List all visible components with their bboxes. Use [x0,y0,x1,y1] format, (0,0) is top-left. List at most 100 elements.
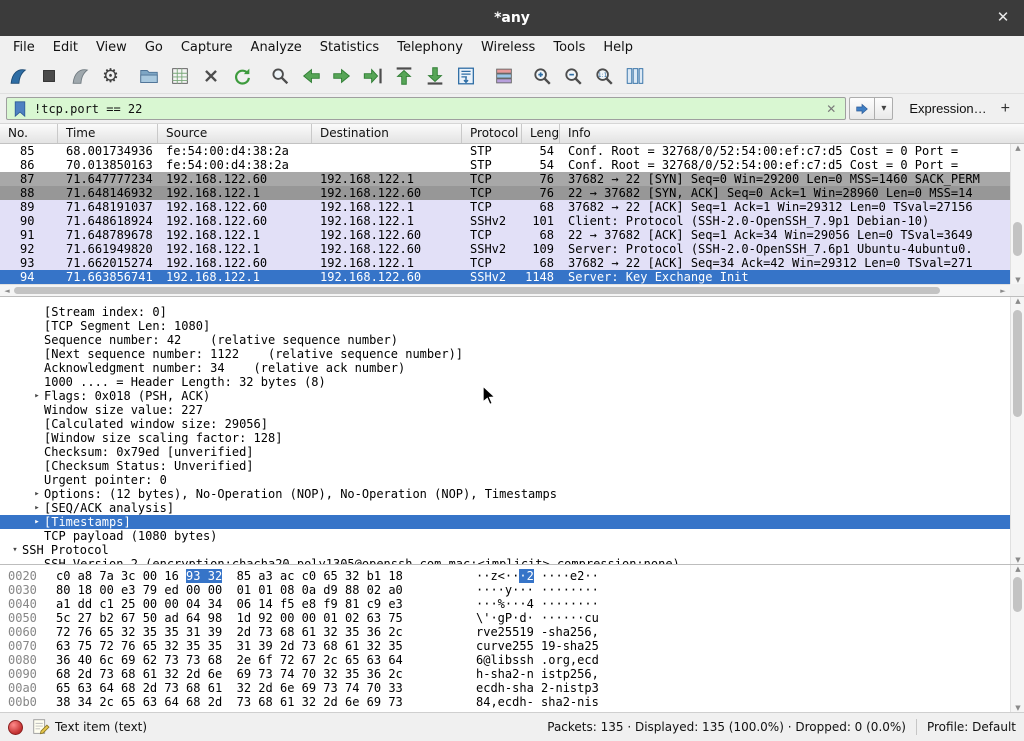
detail-line[interactable]: [Window size scaling factor: 128] [0,431,1010,445]
hex-row[interactable]: 0040a1 dd c1 25 00 00 04 34 06 14 f5 e8 … [8,597,1010,611]
capture-comment-icon[interactable] [31,717,51,737]
colorize-packets-button[interactable] [488,62,519,90]
scrollbar-thumb[interactable] [1013,577,1022,612]
restart-capture-button[interactable] [64,62,95,90]
expand-icon[interactable]: ▸ [30,501,44,515]
start-capture-button[interactable] [2,62,33,90]
go-to-packet-button[interactable] [357,62,388,90]
menu-statistics[interactable]: Statistics [311,38,388,57]
filter-dropdown-button[interactable]: ▾ [875,97,893,120]
scroll-right-icon[interactable]: ► [996,285,1010,297]
packet-row[interactable]: 9071.648618924192.168.122.60192.168.122.… [0,214,1010,228]
column-header-no[interactable]: No. [0,124,58,143]
detail-line[interactable]: Urgent pointer: 0 [0,473,1010,487]
expand-icon[interactable]: ▸ [30,389,44,403]
close-window-button[interactable]: ✕ [992,7,1014,29]
packet-row[interactable]: 8871.648146932192.168.122.1192.168.122.6… [0,186,1010,200]
scroll-left-icon[interactable]: ◄ [0,285,14,297]
menu-view[interactable]: View [87,38,136,57]
detail-line[interactable]: [Next sequence number: 1122 (relative se… [0,347,1010,361]
hex-row[interactable]: 007063 75 72 76 65 32 35 35 31 39 2d 73 … [8,639,1010,653]
scrollbar-thumb[interactable] [14,287,940,294]
detail-line[interactable]: ▸[Timestamps] [0,515,1010,529]
save-file-button[interactable] [164,62,195,90]
scrollbar-thumb[interactable] [1013,310,1022,417]
add-filter-button[interactable]: + [993,98,1018,120]
packet-row[interactable]: 9371.662015274192.168.122.60192.168.122.… [0,256,1010,270]
packet-row[interactable]: 9471.663856741192.168.122.1192.168.122.6… [0,270,1010,284]
menu-help[interactable]: Help [594,38,642,57]
hex-row[interactable]: 00a065 63 64 68 2d 73 68 61 32 2d 6e 69 … [8,681,1010,695]
hex-row[interactable]: 009068 2d 73 68 61 32 2d 6e 69 73 74 70 … [8,667,1010,681]
detail-line[interactable]: [TCP Segment Len: 1080] [0,319,1010,333]
scroll-up-icon[interactable]: ▲ [1011,144,1024,152]
menu-telephony[interactable]: Telephony [388,38,472,57]
details-vscrollbar[interactable]: ▲ ▼ [1010,297,1024,564]
hex-row[interactable]: 00505c 27 b2 67 50 ad 64 98 1d 92 00 00 … [8,611,1010,625]
display-filter-input[interactable]: !tcp.port == 22 ✕ [6,97,846,120]
hex-row[interactable]: 003080 18 00 e3 79 ed 00 00 01 01 08 0a … [8,583,1010,597]
packet-row[interactable]: 9271.661949820192.168.122.1192.168.122.6… [0,242,1010,256]
menu-capture[interactable]: Capture [172,38,242,57]
zoom-original-button[interactable]: 1:1 [588,62,619,90]
go-back-button[interactable] [295,62,326,90]
scroll-down-icon[interactable]: ▼ [1011,276,1024,284]
scrollbar-thumb[interactable] [1013,222,1022,256]
menu-file[interactable]: File [4,38,44,57]
reload-file-button[interactable] [226,62,257,90]
column-header-destination[interactable]: Destination [312,124,462,143]
packet-list-hscrollbar[interactable]: ◄ ► [0,284,1010,296]
stop-capture-button[interactable] [33,62,64,90]
detail-line[interactable]: ▾SSH Protocol [0,543,1010,557]
hex-row[interactable]: 00b038 34 2c 65 63 64 68 2d 73 68 61 32 … [8,695,1010,709]
filter-apply-button[interactable] [849,97,875,120]
zoom-in-button[interactable] [526,62,557,90]
detail-line[interactable]: [Checksum Status: Unverified] [0,459,1010,473]
capture-options-button[interactable]: ⚙ [95,62,126,90]
detail-line[interactable]: Checksum: 0x79ed [unverified] [0,445,1010,459]
detail-line[interactable]: Acknowledgment number: 34 (relative ack … [0,361,1010,375]
detail-line[interactable]: Window size value: 227 [0,403,1010,417]
expert-info-icon[interactable] [8,720,23,735]
scroll-down-icon[interactable]: ▼ [1011,556,1024,564]
packet-row[interactable]: 8771.647777234192.168.122.60192.168.122.… [0,172,1010,186]
collapse-icon[interactable]: ▾ [8,543,22,557]
detail-line[interactable]: SSH Version 2 (encryption:chacha20-poly1… [0,557,1010,564]
detail-line[interactable]: ▸Options: (12 bytes), No-Operation (NOP)… [0,487,1010,501]
open-file-button[interactable] [133,62,164,90]
packet-row[interactable]: 8971.648191037192.168.122.60192.168.122.… [0,200,1010,214]
detail-line[interactable]: TCP payload (1080 bytes) [0,529,1010,543]
column-header-protocol[interactable]: Protocol [462,124,522,143]
auto-scroll-button[interactable] [450,62,481,90]
find-packet-button[interactable] [264,62,295,90]
column-header-time[interactable]: Time [58,124,158,143]
hex-vscrollbar[interactable]: ▲ ▼ [1010,565,1024,712]
filter-clear-icon[interactable]: ✕ [822,102,840,116]
scroll-up-icon[interactable]: ▲ [1011,565,1024,573]
detail-line[interactable]: ▸Flags: 0x018 (PSH, ACK) [0,389,1010,403]
zoom-out-button[interactable] [557,62,588,90]
detail-line[interactable]: 1000 .... = Header Length: 32 bytes (8) [0,375,1010,389]
menu-go[interactable]: Go [136,38,172,57]
go-forward-button[interactable] [326,62,357,90]
title-bar[interactable]: *any ✕ [0,0,1024,36]
menu-wireless[interactable]: Wireless [472,38,544,57]
packet-list-vscrollbar[interactable]: ▲ ▼ [1010,144,1024,284]
packet-row[interactable]: 8670.013850163fe:54:00:d4:38:2aSTP54Conf… [0,158,1010,172]
expand-icon[interactable]: ▸ [30,515,44,529]
go-first-packet-button[interactable] [388,62,419,90]
profile-button[interactable]: Profile: Default [927,720,1016,734]
close-file-button[interactable] [195,62,226,90]
expression-button[interactable]: Expression… [903,98,992,119]
detail-line[interactable]: Sequence number: 42 (relative sequence n… [0,333,1010,347]
hex-row[interactable]: 008036 40 6c 69 62 73 73 68 2e 6f 72 67 … [8,653,1010,667]
filter-bookmark-icon[interactable] [12,100,28,118]
resize-columns-button[interactable] [619,62,650,90]
scroll-up-icon[interactable]: ▲ [1011,297,1024,305]
hex-row[interactable]: 0020c0 a8 7a 3c 00 16 93 32 85 a3 ac c0 … [8,569,1010,583]
scroll-down-icon[interactable]: ▼ [1011,704,1024,712]
column-header-info[interactable]: Info [560,124,1024,143]
packet-row[interactable]: 9171.648789678192.168.122.1192.168.122.6… [0,228,1010,242]
column-header-source[interactable]: Source [158,124,312,143]
detail-line[interactable]: ▸[SEQ/ACK analysis] [0,501,1010,515]
